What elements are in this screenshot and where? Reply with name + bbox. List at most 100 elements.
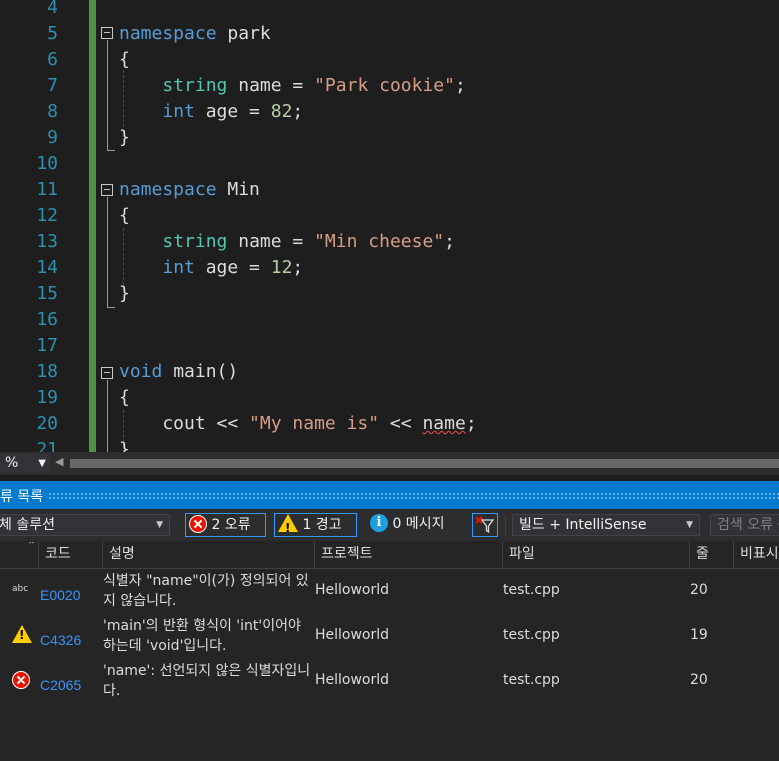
code-token: main() bbox=[162, 361, 239, 382]
messages-filter-button[interactable]: i 0 메시지 bbox=[366, 513, 462, 537]
search-placeholder: 검색 오류 목록 bbox=[717, 517, 779, 533]
code-token: name = bbox=[227, 75, 315, 96]
error-icon bbox=[189, 514, 207, 533]
titlebar-grip[interactable] bbox=[48, 492, 779, 499]
column-description-label: 설명 bbox=[109, 546, 135, 562]
error-code-link[interactable]: E0020 bbox=[40, 582, 80, 608]
line-number: 14 bbox=[36, 257, 58, 278]
error-project: Helloworld bbox=[315, 582, 390, 598]
column-file-label: 파일 bbox=[509, 546, 535, 562]
code-line[interactable]: void main() bbox=[119, 359, 238, 385]
filter-current-document-button[interactable] bbox=[472, 513, 498, 537]
column-line[interactable]: 줄 bbox=[689, 541, 733, 568]
line-number: 21 bbox=[36, 439, 58, 452]
code-line[interactable]: { bbox=[119, 385, 130, 411]
error-list-column-header: ⠉ 코드 설명 프로젝트 파일 줄 비표시 bbox=[0, 541, 779, 569]
error-list-title: 류 목록 bbox=[0, 489, 44, 505]
error-list-titlebar[interactable]: 류 목록 bbox=[0, 481, 779, 509]
sort-icon: ⠉ bbox=[28, 542, 35, 552]
error-row[interactable]: C2065 'name': 선언되지 않은 식별자입니다. Helloworld te… bbox=[0, 659, 779, 704]
code-token: Min bbox=[216, 179, 260, 200]
horizontal-scrollbar-thumb[interactable] bbox=[70, 459, 779, 468]
error-icon bbox=[12, 670, 30, 689]
error-row[interactable]: abc E0020 식별자 "name"이(가) 정의되어 있지 않습니다. Hell… bbox=[0, 569, 779, 614]
column-severity[interactable]: ⠉ bbox=[0, 541, 38, 568]
code-line[interactable]: } bbox=[119, 437, 130, 452]
build-intellisense-dropdown[interactable]: 빌드 + IntelliSense ▼ bbox=[512, 514, 700, 536]
code-token: } bbox=[119, 283, 130, 304]
code-token: << bbox=[379, 413, 423, 434]
chevron-down-icon: ▼ bbox=[38, 458, 46, 469]
code-line[interactable]: int age = 12; bbox=[119, 255, 303, 281]
code-token: age = bbox=[194, 257, 271, 278]
code-token: cout << bbox=[119, 413, 250, 434]
zoom-level-dropdown[interactable]: % ▼ bbox=[0, 454, 50, 473]
code-token: park bbox=[216, 23, 271, 44]
code-token: 82 bbox=[270, 101, 293, 122]
collapse-namespace-park-icon[interactable] bbox=[101, 27, 113, 39]
column-file[interactable]: 파일 bbox=[502, 541, 689, 568]
line-number: 9 bbox=[47, 127, 58, 148]
code-token: void bbox=[119, 361, 163, 382]
search-error-list-input[interactable]: 검색 오류 목록 bbox=[710, 514, 779, 536]
line-number: 17 bbox=[36, 335, 58, 356]
line-number: 4 bbox=[47, 0, 58, 18]
line-number: 20 bbox=[36, 413, 58, 434]
error-project: Helloworld bbox=[315, 627, 390, 643]
code-line[interactable]: namespace park bbox=[119, 21, 271, 47]
code-editor[interactable]: 4 5 6 7 8 9 10 11 12 13 14 15 16 17 18 19 20 21 namespace… bbox=[0, 0, 779, 452]
error-list-toolbar: 체 솔루션 ▼ 2 오류 ! 1 경고 i 0 메시지 빌드 + Intelli… bbox=[0, 509, 779, 541]
code-line[interactable]: int age = 82; bbox=[119, 99, 303, 125]
editor-bottom-bar: % ▼ ◀ bbox=[0, 452, 779, 475]
scope-value: 체 솔루션 bbox=[0, 517, 55, 533]
warnings-filter-button[interactable]: ! 1 경고 bbox=[274, 513, 357, 537]
code-line[interactable]: } bbox=[119, 281, 130, 307]
error-icon bbox=[12, 670, 30, 689]
column-description[interactable]: 설명 bbox=[102, 541, 314, 568]
intellisense-error-icon: abc bbox=[12, 579, 32, 595]
column-code[interactable]: 코드 bbox=[38, 541, 102, 568]
code-line[interactable]: } bbox=[119, 125, 130, 151]
fold-line bbox=[107, 40, 108, 150]
fold-line bbox=[107, 197, 108, 307]
code-token: { bbox=[119, 49, 130, 70]
info-icon: i bbox=[370, 513, 388, 532]
code-token: 12 bbox=[270, 257, 293, 278]
code-line[interactable]: namespace Min bbox=[119, 177, 260, 203]
error-code-link[interactable]: C4326 bbox=[40, 627, 81, 653]
line-number: 18 bbox=[36, 361, 58, 382]
chevron-down-icon: ▼ bbox=[156, 520, 163, 530]
column-project[interactable]: 프로젝트 bbox=[314, 541, 502, 568]
error-row[interactable]: ! C4326 'main'의 반환 형식이 'int'이어야 하는데 'void'… bbox=[0, 614, 779, 659]
column-suppression-label: 비표시 bbox=[740, 546, 779, 562]
warning-icon: ! bbox=[12, 625, 32, 643]
code-token: namespace bbox=[119, 179, 217, 200]
error-code-link[interactable]: C2065 bbox=[40, 672, 81, 698]
scroll-left-icon[interactable]: ◀ bbox=[55, 455, 63, 468]
change-tracking-bar bbox=[89, 0, 96, 452]
code-line[interactable]: cout << "My name is" << name; bbox=[119, 411, 477, 437]
error-line: 20 bbox=[690, 582, 708, 598]
code-token: "My name is" bbox=[249, 413, 380, 434]
code-token: "Min cheese" bbox=[314, 231, 445, 252]
code-line[interactable]: string name = "Min cheese"; bbox=[119, 229, 455, 255]
errors-filter-button[interactable]: 2 오류 bbox=[185, 513, 266, 537]
code-token: ; bbox=[454, 75, 466, 96]
scope-dropdown[interactable]: 체 솔루션 ▼ bbox=[0, 514, 170, 536]
line-number: 5 bbox=[47, 23, 58, 44]
code-line[interactable]: { bbox=[119, 47, 130, 73]
code-token: { bbox=[119, 205, 130, 226]
column-suppression[interactable]: 비표시 bbox=[733, 541, 779, 568]
error-list-rows: abc E0020 식별자 "name"이(가) 정의되어 있지 않습니다. Hell… bbox=[0, 569, 779, 761]
code-token: ; bbox=[465, 413, 477, 434]
collapse-main-function-icon[interactable] bbox=[101, 367, 113, 379]
collapse-namespace-min-icon[interactable] bbox=[101, 184, 113, 196]
code-token: ; bbox=[292, 257, 304, 278]
warning-icon: ! bbox=[12, 625, 32, 644]
code-line[interactable]: { bbox=[119, 203, 130, 229]
zoom-level-value: % bbox=[5, 455, 19, 471]
errors-count-label: 2 오류 bbox=[211, 517, 251, 533]
code-token: ; bbox=[444, 231, 455, 252]
code-line[interactable]: string name = "Park cookie"; bbox=[119, 73, 466, 99]
